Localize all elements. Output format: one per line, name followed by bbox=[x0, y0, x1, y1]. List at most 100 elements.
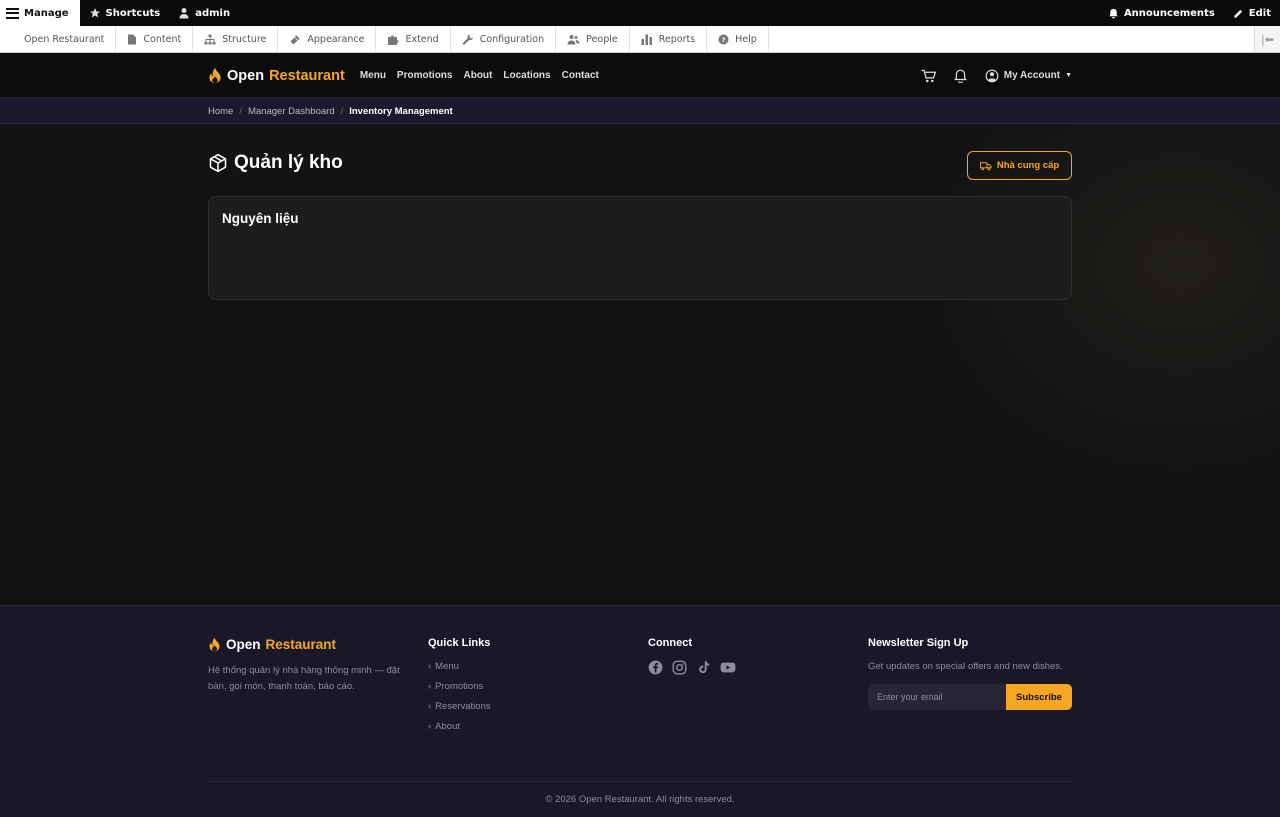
nav-item-about[interactable]: About bbox=[463, 70, 492, 81]
tray-item-people[interactable]: People bbox=[556, 26, 630, 52]
pencil-icon bbox=[1234, 9, 1242, 18]
tray-item-structure[interactable]: Structure bbox=[193, 26, 279, 52]
breadcrumb-separator: / bbox=[340, 105, 344, 117]
newsletter-email-input[interactable] bbox=[868, 684, 1006, 710]
breadcrumb-separator: / bbox=[239, 105, 242, 117]
footer-brand-first: Open bbox=[226, 637, 261, 652]
main-content: Quản lý kho Nhà cung cấp Nguyên liệu bbox=[0, 124, 1280, 605]
brand-first: Open bbox=[227, 67, 265, 84]
tray-item-help[interactable]: ? Help bbox=[707, 26, 769, 52]
shortcuts-label: Shortcuts bbox=[105, 7, 161, 19]
paintbrush-icon bbox=[290, 34, 301, 44]
breadcrumb: Home / Manager Dashboard / Inventory Man… bbox=[208, 98, 453, 124]
tray-item-label: Configuration bbox=[479, 33, 545, 45]
tray-item-configuration[interactable]: Configuration bbox=[451, 26, 557, 52]
card-title: Nguyên liệu bbox=[222, 211, 299, 226]
announcements-label: Announcements bbox=[1123, 7, 1215, 19]
footer-connect: Connect bbox=[648, 637, 736, 675]
nav-item-contact[interactable]: Contact bbox=[562, 70, 599, 81]
box-icon bbox=[209, 153, 227, 173]
tray-item-open-restaurant[interactable]: Open Restaurant bbox=[0, 26, 117, 52]
tray-item-reports[interactable]: Reports bbox=[630, 26, 708, 52]
manage-label: Manage bbox=[24, 7, 69, 19]
page-title: Quản lý kho bbox=[208, 152, 343, 174]
announcements-button[interactable]: Announcements bbox=[1099, 0, 1224, 26]
truck-icon bbox=[979, 161, 992, 170]
tray-item-label: Reports bbox=[658, 33, 696, 45]
my-account-menu[interactable]: My Account ▼ bbox=[985, 69, 1072, 83]
subscribe-button[interactable]: Subscribe bbox=[1006, 684, 1072, 710]
breadcrumb-bar: Home / Manager Dashboard / Inventory Man… bbox=[0, 98, 1280, 124]
footer-link-label: About bbox=[435, 720, 460, 732]
tray-item-content[interactable]: Content bbox=[116, 26, 194, 52]
copyright-text: © 2026 Open Restaurant. All rights reser… bbox=[545, 794, 735, 805]
flame-icon bbox=[209, 637, 220, 652]
cart-icon[interactable] bbox=[921, 69, 936, 83]
hamburger-icon bbox=[6, 7, 19, 19]
footer-link-menu[interactable]: › Menu bbox=[428, 659, 491, 673]
footer-link-promotions[interactable]: › Promotions bbox=[428, 679, 491, 693]
tray-item-label: Help bbox=[735, 33, 757, 45]
tray-item-label: Open Restaurant bbox=[24, 33, 105, 45]
footer-link-about[interactable]: › About bbox=[428, 719, 491, 733]
tray-item-label: Extend bbox=[405, 33, 439, 45]
flame-icon bbox=[209, 67, 221, 84]
youtube-icon[interactable] bbox=[720, 660, 736, 675]
tray-item-label: Appearance bbox=[307, 33, 365, 45]
nav-item-menu[interactable]: Menu bbox=[360, 70, 386, 81]
footer-brand-column: Open Restaurant Hệ thống quản lý nhà hàn… bbox=[208, 637, 413, 695]
collapse-icon: |⬅ bbox=[1261, 32, 1274, 46]
bell-icon bbox=[1109, 8, 1118, 19]
ingredients-card: Nguyên liệu bbox=[208, 196, 1072, 300]
tray-item-label: Structure bbox=[222, 33, 267, 45]
quick-links-heading: Quick Links bbox=[428, 637, 491, 649]
connect-heading: Connect bbox=[648, 637, 692, 649]
footer-quick-links: Quick Links › Menu › Promotions › Reservati… bbox=[428, 637, 491, 733]
footer-link-label: Promotions bbox=[435, 680, 484, 692]
instagram-icon[interactable] bbox=[672, 660, 687, 675]
edit-button[interactable]: Edit bbox=[1224, 0, 1280, 26]
user-icon bbox=[179, 8, 189, 19]
newsletter-description: Get updates on special offers and new di… bbox=[868, 661, 1063, 672]
tray-item-extend[interactable]: Extend bbox=[376, 26, 451, 52]
admin-tray: Open Restaurant Content Structure Appear… bbox=[0, 26, 1280, 53]
people-icon bbox=[567, 34, 580, 44]
admin-toolbar: Manage Shortcuts admin Announcements Edi… bbox=[0, 0, 1280, 26]
newsletter-form: Subscribe bbox=[868, 684, 1072, 710]
supplier-button[interactable]: Nhà cung cấp bbox=[967, 151, 1072, 180]
tiktok-icon[interactable] bbox=[696, 660, 711, 675]
wrench-icon bbox=[462, 34, 473, 45]
help-icon: ? bbox=[718, 34, 729, 44]
nav-item-locations[interactable]: Locations bbox=[503, 70, 550, 81]
footer-link-reservations[interactable]: › Reservations bbox=[428, 699, 491, 713]
edit-label: Edit bbox=[1248, 7, 1271, 19]
chevron-right-icon: › bbox=[428, 680, 432, 692]
footer-brand[interactable]: Open Restaurant bbox=[208, 637, 413, 652]
sitemap-icon bbox=[204, 34, 216, 44]
brand-second: Restaurant bbox=[269, 67, 345, 84]
brand-logo[interactable]: Open Restaurant bbox=[208, 67, 345, 84]
user-button[interactable]: admin bbox=[169, 0, 239, 26]
footer-divider bbox=[208, 781, 1072, 782]
site-footer: Open Restaurant Hệ thống quản lý nhà hàn… bbox=[0, 605, 1280, 817]
breadcrumb-manager-dashboard[interactable]: Manager Dashboard bbox=[248, 106, 335, 117]
manage-button[interactable]: Manage bbox=[0, 0, 80, 26]
footer-newsletter: Newsletter Sign Up Get updates on specia… bbox=[868, 637, 1072, 710]
chevron-right-icon: › bbox=[428, 660, 432, 672]
nav-item-promotions[interactable]: Promotions bbox=[397, 70, 453, 81]
footer-brand-second: Restaurant bbox=[265, 637, 337, 652]
collapse-tray-button[interactable]: |⬅ bbox=[1254, 26, 1280, 52]
bar-chart-icon bbox=[641, 34, 652, 45]
main-nav: Menu Promotions About Locations Contact bbox=[360, 70, 599, 81]
file-icon bbox=[128, 34, 137, 44]
page-title-text: Quản lý kho bbox=[234, 152, 343, 173]
breadcrumb-home[interactable]: Home bbox=[208, 106, 233, 117]
shortcuts-button[interactable]: Shortcuts bbox=[80, 0, 170, 26]
tray-item-appearance[interactable]: Appearance bbox=[278, 26, 377, 52]
chevron-right-icon: › bbox=[428, 720, 432, 732]
user-label: admin bbox=[195, 7, 231, 19]
footer-link-label: Menu bbox=[435, 660, 459, 672]
notification-bell-icon[interactable] bbox=[953, 69, 967, 83]
footer-description: Hệ thống quản lý nhà hàng thông minh — đ… bbox=[208, 665, 400, 692]
facebook-icon[interactable] bbox=[648, 660, 663, 675]
